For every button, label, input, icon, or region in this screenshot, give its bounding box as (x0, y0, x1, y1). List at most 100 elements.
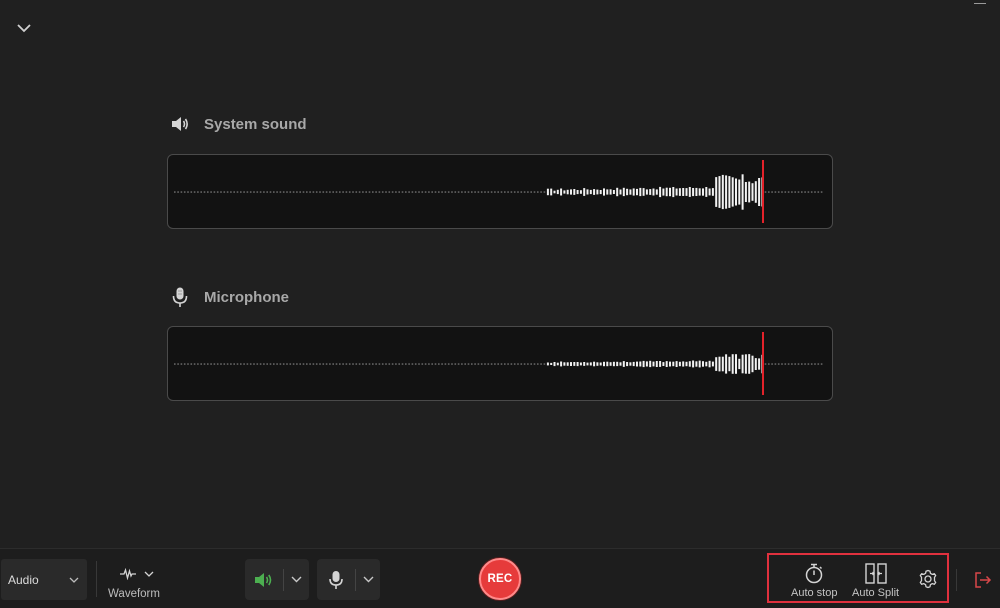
waveform-bar (579, 190, 582, 194)
waveform-bar (510, 191, 513, 193)
waveform-bar (395, 363, 397, 365)
waveform-bar (464, 191, 466, 193)
exit-button[interactable] (974, 571, 992, 589)
waveform-bar (665, 187, 668, 197)
microphone-dropdown[interactable] (356, 559, 380, 600)
waveform-bar (669, 187, 671, 197)
waveform-bar (500, 363, 503, 365)
waveform-bar (395, 191, 397, 193)
waveform-bar (197, 191, 199, 193)
waveform-bar (794, 191, 796, 193)
waveform-bar (599, 362, 602, 366)
waveform-bar (348, 191, 351, 193)
waveform-bar (655, 361, 658, 367)
waveform-icon (120, 568, 136, 580)
waveform-bar (629, 189, 632, 195)
waveform-bar (504, 363, 506, 365)
system-sound-dropdown[interactable] (284, 559, 309, 600)
waveform-bar (731, 177, 734, 207)
waveform-bar (725, 175, 728, 209)
timer-icon (805, 563, 823, 584)
auto-split-button[interactable]: Auto Split (852, 563, 899, 599)
waveform-bar (434, 191, 437, 193)
waveform-bar (543, 191, 546, 193)
waveform-bar (339, 363, 341, 365)
waveform-bar (319, 363, 321, 365)
microphone-toggle[interactable] (317, 559, 355, 600)
waveform-bar (292, 191, 295, 193)
collapse-button[interactable] (12, 16, 36, 40)
waveform-bar (487, 191, 490, 193)
waveform-bar (781, 191, 783, 193)
waveform-bar (711, 361, 714, 367)
waveform-bar (682, 188, 685, 196)
waveform-bar (302, 191, 305, 193)
exit-icon (975, 572, 992, 588)
waveform-bar (474, 191, 476, 193)
waveform-bar (659, 186, 662, 198)
waveform-bar (286, 363, 288, 365)
waveform-bar (560, 361, 563, 367)
waveform-bar (207, 363, 209, 365)
waveform-bar (771, 191, 773, 193)
waveform-bar (777, 191, 780, 193)
waveform-bar (365, 363, 367, 365)
waveform-bar (335, 363, 338, 365)
waveform-bar (810, 363, 813, 365)
waveform-bar (612, 361, 615, 367)
system-sound-control (245, 559, 309, 600)
waveform-bar (411, 191, 414, 193)
waveform-bar (678, 188, 681, 196)
record-button-label: REC (487, 573, 513, 585)
waveform-bar (576, 362, 579, 367)
waveform-bar (801, 191, 803, 193)
waveform-bar (424, 363, 427, 365)
waveform-bar (428, 191, 430, 193)
auto-stop-button[interactable]: Auto stop (791, 563, 837, 599)
waveform-bar (424, 191, 427, 193)
waveform-bar (698, 188, 701, 196)
microphone-control (317, 559, 380, 600)
microphone-label: Microphone (204, 288, 289, 306)
waveform-bar (418, 363, 420, 365)
waveform-bar (256, 363, 259, 365)
system-sound-toggle[interactable] (245, 559, 283, 600)
waveform-bar (391, 363, 394, 365)
waveform-bar (807, 191, 810, 193)
waveform-bar (771, 363, 773, 365)
waveform-bar (517, 191, 519, 193)
record-button[interactable]: REC (479, 558, 521, 600)
waveform-bar (428, 363, 430, 365)
waveform-bar (804, 191, 806, 193)
settings-button[interactable] (918, 569, 938, 589)
waveform-bar (741, 354, 744, 374)
waveform-bar (599, 190, 602, 195)
waveform-bar (718, 176, 721, 208)
waveform-bar (758, 358, 761, 370)
waveform-bar (645, 189, 648, 195)
waveform-bar (550, 362, 553, 365)
waveform-bar (484, 363, 486, 365)
mode-select[interactable]: Audio (1, 559, 87, 600)
waveform-bar (454, 363, 457, 365)
waveform-bar (589, 362, 592, 366)
waveform-bar (352, 191, 354, 193)
waveform-bar (622, 361, 625, 367)
waveform-bar (385, 363, 387, 365)
waveform-bar (533, 191, 536, 193)
waveform-bar (339, 191, 341, 193)
waveform-view-toggle[interactable]: Waveform (105, 563, 165, 603)
waveform-bar (556, 362, 559, 366)
minimize-button[interactable] (974, 0, 986, 6)
waveform-bar (203, 363, 206, 365)
waveform-bar (659, 361, 662, 367)
waveform-bar (537, 191, 539, 193)
waveform-bar (497, 363, 499, 365)
microphone-waveform (167, 326, 833, 401)
waveform-bar (797, 363, 800, 365)
waveform-bar (236, 191, 239, 193)
waveform-bar (517, 363, 519, 365)
waveform-bar (220, 191, 222, 193)
waveform-bar (787, 363, 790, 365)
waveform-bar (563, 190, 566, 194)
